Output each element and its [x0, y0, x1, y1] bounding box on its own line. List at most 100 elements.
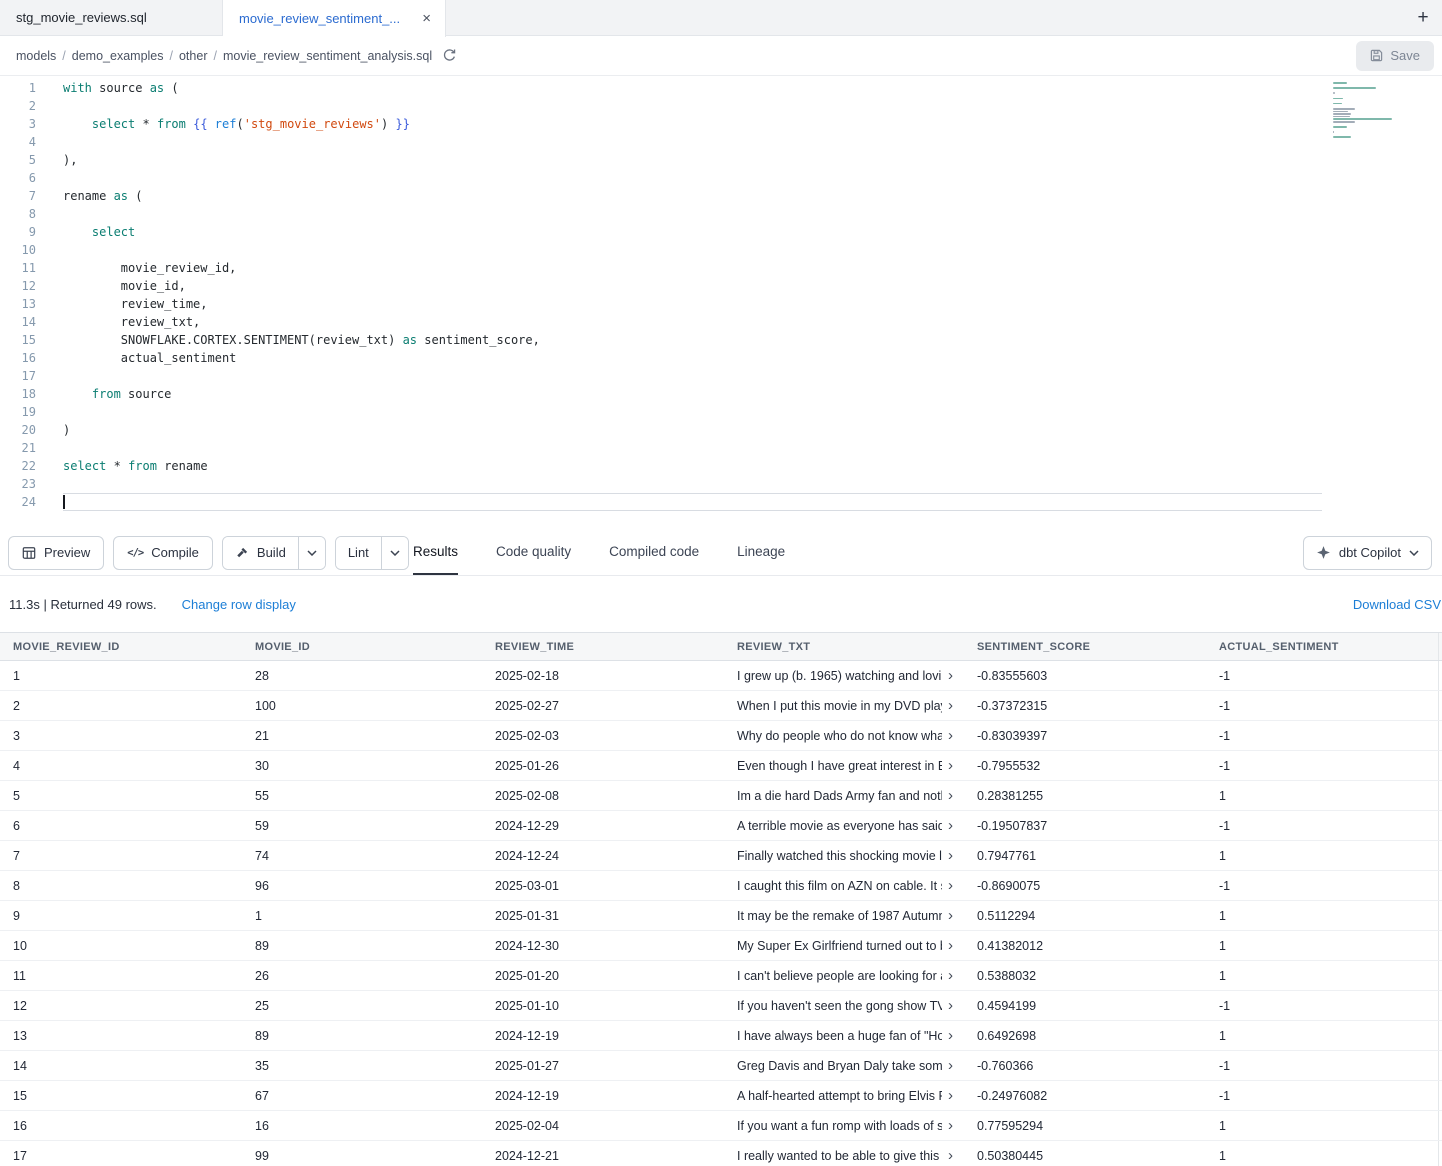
compile-button[interactable]: </> Compile: [113, 536, 213, 570]
code-line[interactable]: 23: [0, 475, 1442, 493]
code-token: (: [236, 117, 243, 131]
code-line[interactable]: 24: [0, 493, 1442, 511]
cell: -1: [1206, 999, 1438, 1013]
minimap[interactable]: [1333, 82, 1405, 144]
code-line[interactable]: 16 actual_sentiment: [0, 349, 1442, 367]
editor-tab[interactable]: movie_review_sentiment_...×: [223, 0, 446, 37]
code-token: movie_review_id,: [63, 261, 236, 275]
expand-row-icon[interactable]: ›: [948, 698, 953, 713]
code-line[interactable]: 14 review_txt,: [0, 313, 1442, 331]
cell: 3: [0, 729, 242, 743]
breadcrumb-separator: /: [170, 49, 173, 63]
code-line[interactable]: 21: [0, 439, 1442, 457]
code-line[interactable]: 7rename as (: [0, 187, 1442, 205]
table-row: 3212025-02-03Why do people who do not kn…: [0, 721, 1442, 751]
cell: -0.24976082: [964, 1089, 1206, 1103]
code-line[interactable]: 11 movie_review_id,: [0, 259, 1442, 277]
cell: -1: [1206, 879, 1438, 893]
tab-label: stg_movie_reviews.sql: [16, 10, 147, 25]
code-token: SNOWFLAKE.CORTEX.SENTIMENT(: [63, 333, 316, 347]
save-button[interactable]: Save: [1356, 41, 1434, 71]
column-header[interactable]: MOVIE_REVIEW_ID: [0, 641, 242, 653]
code-editor[interactable]: 1with source as (23 select * from {{ ref…: [0, 76, 1442, 530]
table-row: 5552025-02-08Im a die hard Dads Army fan…: [0, 781, 1442, 811]
code-line[interactable]: 12 movie_id,: [0, 277, 1442, 295]
code-token: as: [114, 189, 128, 203]
breadcrumb: models/demo_examples/other/movie_review_…: [16, 48, 432, 63]
column-header[interactable]: ACTUAL_SENTIMENT: [1206, 641, 1438, 653]
expand-row-icon[interactable]: ›: [948, 788, 953, 803]
build-label: Build: [257, 545, 286, 560]
cell: 26: [242, 969, 482, 983]
code-line[interactable]: 20): [0, 421, 1442, 439]
dbt-copilot-button[interactable]: dbt Copilot: [1303, 536, 1432, 570]
code-line[interactable]: 2: [0, 97, 1442, 115]
build-dropdown-button[interactable]: [298, 537, 325, 569]
column-header[interactable]: REVIEW_TIME: [482, 641, 724, 653]
cell: -1: [1206, 819, 1438, 833]
column-header[interactable]: SENTIMENT_SCORE: [964, 641, 1206, 653]
review-text: If you haven't seen the gong show TV s…: [737, 999, 942, 1013]
column-header[interactable]: REVIEW_TXT: [724, 641, 964, 653]
cell: 8: [0, 879, 242, 893]
download-csv-link[interactable]: Download CSV: [1353, 597, 1442, 612]
review-cell: A terrible movie as everyone has said. ……: [724, 818, 964, 833]
code-line[interactable]: 3 select * from {{ ref('stg_movie_review…: [0, 115, 1442, 133]
code-line[interactable]: 22select * from rename: [0, 457, 1442, 475]
change-row-display-link[interactable]: Change row display: [182, 597, 296, 612]
cell: -1: [1206, 699, 1438, 713]
code-line[interactable]: 4: [0, 133, 1442, 151]
code-line[interactable]: 9 select: [0, 223, 1442, 241]
code-line[interactable]: 8: [0, 205, 1442, 223]
cell: 67: [242, 1089, 482, 1103]
new-tab-button[interactable]: +: [1404, 0, 1442, 35]
refresh-icon[interactable]: [442, 48, 457, 63]
expand-row-icon[interactable]: ›: [948, 938, 953, 953]
expand-row-icon[interactable]: ›: [948, 998, 953, 1013]
code-token: [63, 387, 92, 401]
code-line[interactable]: 15 SNOWFLAKE.CORTEX.SENTIMENT(review_txt…: [0, 331, 1442, 349]
tab-compiled-code[interactable]: Compiled code: [609, 530, 699, 575]
expand-row-icon[interactable]: ›: [948, 818, 953, 833]
expand-row-icon[interactable]: ›: [948, 728, 953, 743]
code-token: with: [63, 81, 92, 95]
column-header[interactable]: MOVIE_ID: [242, 641, 482, 653]
review-cell: Finally watched this shocking movie la…›: [724, 848, 964, 863]
lint-button[interactable]: Lint: [336, 537, 381, 569]
build-button[interactable]: Build: [223, 537, 298, 569]
close-tab-icon[interactable]: ×: [422, 11, 431, 26]
code-line[interactable]: 18 from source: [0, 385, 1442, 403]
expand-row-icon[interactable]: ›: [948, 1148, 953, 1163]
code-line[interactable]: 10: [0, 241, 1442, 259]
tab-results[interactable]: Results: [413, 530, 458, 575]
expand-row-icon[interactable]: ›: [948, 758, 953, 773]
tab-lineage[interactable]: Lineage: [737, 530, 785, 575]
code-text: review_time,: [63, 295, 208, 313]
expand-row-icon[interactable]: ›: [948, 878, 953, 893]
code-line[interactable]: 1with source as (: [0, 79, 1442, 97]
code-line[interactable]: 19: [0, 403, 1442, 421]
tab-code-quality[interactable]: Code quality: [496, 530, 571, 575]
expand-row-icon[interactable]: ›: [948, 968, 953, 983]
code-token: review_time,: [63, 297, 208, 311]
preview-button[interactable]: Preview: [8, 536, 104, 570]
expand-row-icon[interactable]: ›: [948, 908, 953, 923]
expand-row-icon[interactable]: ›: [948, 1058, 953, 1073]
code-line[interactable]: 13 review_time,: [0, 295, 1442, 313]
expand-row-icon[interactable]: ›: [948, 848, 953, 863]
editor-tab[interactable]: stg_movie_reviews.sql: [0, 0, 223, 35]
code-line[interactable]: 5),: [0, 151, 1442, 169]
table-row: 7742024-12-24Finally watched this shocki…: [0, 841, 1442, 871]
lint-dropdown-button[interactable]: [381, 537, 408, 569]
code-token: {{: [193, 117, 207, 131]
expand-row-icon[interactable]: ›: [948, 1028, 953, 1043]
review-text: I caught this film on AZN on cable. It s…: [737, 879, 942, 893]
code-text: movie_id,: [63, 277, 186, 295]
expand-row-icon[interactable]: ›: [948, 1118, 953, 1133]
expand-row-icon[interactable]: ›: [948, 668, 953, 683]
code-line[interactable]: 6: [0, 169, 1442, 187]
expand-row-icon[interactable]: ›: [948, 1088, 953, 1103]
code-line[interactable]: 17: [0, 367, 1442, 385]
cell-filler: [1438, 691, 1442, 720]
cell: 6: [0, 819, 242, 833]
